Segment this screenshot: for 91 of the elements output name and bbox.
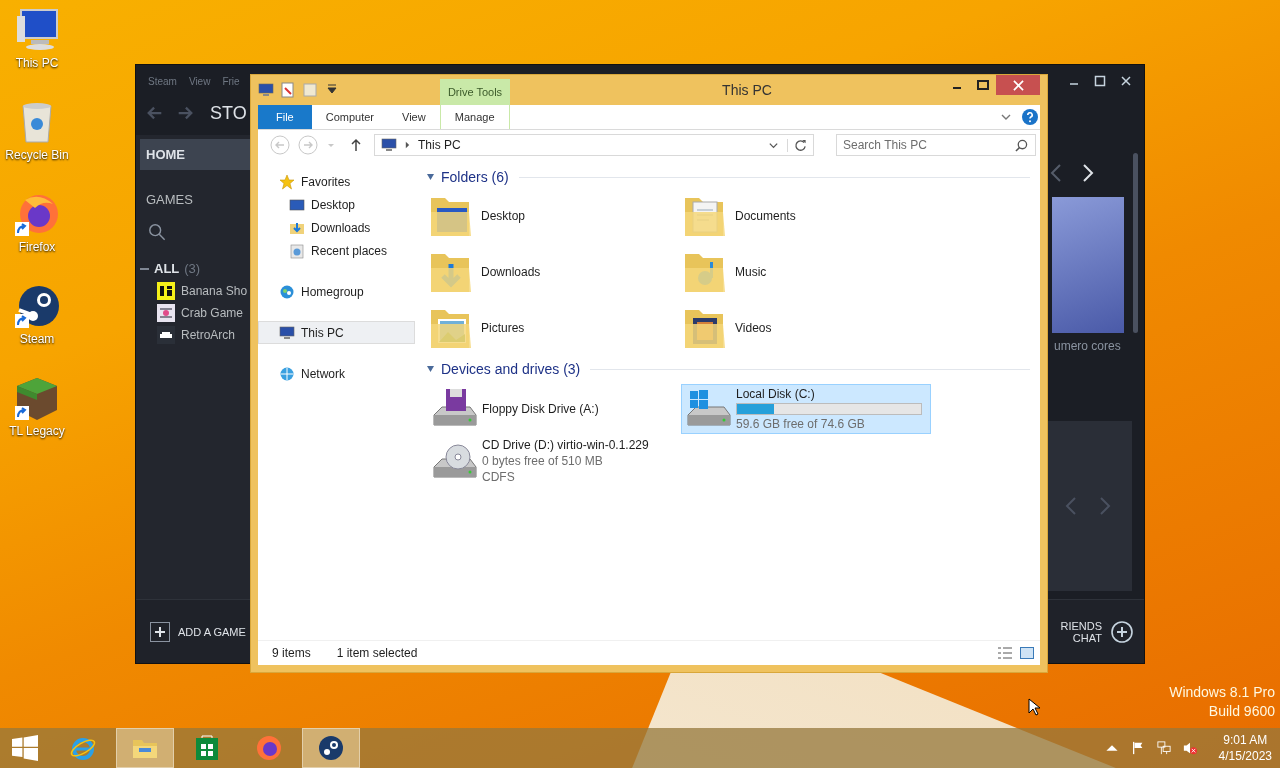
navigation-item[interactable]: Recent places (258, 239, 415, 262)
menu-item[interactable]: View (188, 75, 211, 87)
folder-item[interactable]: Music (735, 265, 767, 279)
folder-item[interactable]: Videos (735, 321, 772, 335)
details-view-icon[interactable] (998, 647, 1012, 659)
menu-item[interactable]: Steam (148, 75, 177, 87)
search-icon[interactable] (148, 223, 166, 241)
collapse-group-icon[interactable] (427, 173, 435, 181)
friends-chat-label[interactable]: CHAT (1072, 631, 1102, 644)
windows-start-icon[interactable] (12, 735, 38, 761)
status-text: 1 item selected (336, 646, 418, 660)
window-title: This PC (721, 82, 773, 98)
store-icon (193, 734, 221, 762)
game-logo-icon (156, 282, 176, 300)
network-icon[interactable] (1156, 741, 1171, 755)
ribbon-tab[interactable]: File (258, 105, 312, 129)
menu-item[interactable]: Frie (222, 75, 240, 87)
firefox-icon (255, 734, 283, 762)
games-label[interactable]: GAMES (140, 170, 252, 221)
crab-game-icon (156, 304, 176, 322)
homegroup-icon (279, 283, 295, 300)
collapse-group-icon[interactable] (427, 365, 435, 373)
close-button[interactable] (996, 75, 1040, 95)
computer-icon (381, 137, 397, 153)
recent-places-icon (289, 242, 305, 259)
clock-time[interactable]: 9:01 AM (1223, 733, 1268, 747)
category-label[interactable]: ALL (154, 261, 180, 276)
mouse-pointer-icon (1028, 698, 1040, 716)
desktop-icon (289, 196, 305, 213)
home-button[interactable]: HOME (140, 139, 252, 170)
address-bar[interactable]: This PC (374, 134, 814, 156)
breadcrumb-arrow-icon (405, 141, 410, 149)
navigation-item[interactable]: Network (258, 362, 415, 385)
drive-detail: 0 bytes free of 510 MB (482, 454, 604, 468)
maximize-icon[interactable] (1094, 75, 1106, 87)
status-text: 9 items (272, 646, 311, 660)
drive-name: Local Disk (C:) (736, 387, 816, 401)
group-heading[interactable]: Devices and drives (3) (441, 361, 581, 377)
flag-icon[interactable] (1130, 741, 1145, 755)
navigation-item[interactable]: This PC (258, 321, 415, 344)
game-item[interactable]: RetroArch (181, 328, 236, 342)
star-icon (279, 173, 295, 190)
search-field[interactable]: Search This PC (836, 134, 1036, 156)
navigation-item[interactable]: Downloads (258, 216, 415, 239)
computer-icon (258, 82, 274, 98)
invader-icon (156, 326, 176, 344)
drive-name: Floppy Disk Drive (A:) (482, 402, 599, 416)
add-chat-icon[interactable] (1110, 619, 1134, 644)
navigation-item[interactable]: Desktop (258, 193, 415, 216)
navigation-item[interactable]: Homegroup (258, 280, 415, 303)
game-count: (3) (184, 261, 201, 276)
large-icons-view-icon[interactable] (1020, 647, 1034, 659)
ribbon-tab[interactable]: Computer (311, 105, 389, 129)
drive-item[interactable]: Local Disk (C:) 59.6 GB free of 74.6 GB (681, 384, 931, 434)
game-caption: umero cores (1054, 339, 1121, 353)
computer-icon (279, 324, 295, 341)
properties-icon[interactable] (280, 82, 296, 98)
ribbon-tab[interactable]: Manage (439, 105, 510, 129)
friends-chat-label[interactable]: RIENDS (1060, 619, 1102, 632)
clock-date[interactable]: 4/15/2023 (1218, 749, 1272, 763)
muted-speaker-icon[interactable] (1182, 741, 1197, 755)
folder-item[interactable]: Desktop (481, 209, 526, 223)
game-item[interactable]: Crab Game (181, 306, 244, 320)
drive-detail: CDFS (482, 470, 516, 484)
close-icon[interactable] (1120, 75, 1132, 87)
os-watermark-text: Build 9600 (1208, 703, 1275, 719)
taskbar-app-button[interactable] (302, 728, 360, 768)
folder-item[interactable]: Downloads (481, 265, 541, 279)
group-heading[interactable]: Folders (6) (441, 169, 509, 185)
contextual-tab-group: Drive Tools (440, 79, 510, 105)
search-icon (1015, 139, 1028, 152)
ribbon-tab[interactable]: View (388, 105, 440, 129)
folder-item[interactable]: Documents (735, 209, 796, 223)
drive-name: CD Drive (D:) virtio-win-0.1.229 (482, 438, 649, 452)
chevron-left-icon[interactable] (1050, 163, 1062, 183)
network-icon (279, 365, 295, 382)
help-icon[interactable] (1022, 109, 1038, 125)
os-watermark-text: Windows 8.1 Pro (1169, 684, 1275, 700)
add-game-button[interactable]: ADD A GAME (150, 621, 246, 642)
close-icon (1012, 79, 1024, 91)
folder-item[interactable]: Pictures (481, 321, 525, 335)
plus-icon (150, 621, 170, 642)
store-tab[interactable]: STO (210, 102, 247, 124)
game-item[interactable]: Banana Sho (181, 284, 248, 298)
navigation-item[interactable]: Favorites (258, 170, 415, 193)
drive-item[interactable]: CD Drive (D:) virtio-win-0.1.229 0 bytes free of 510 MB CDFS (427, 436, 677, 486)
refresh-icon[interactable] (787, 138, 807, 152)
drive-item[interactable]: Floppy Disk Drive (A:) (427, 384, 677, 434)
steam-icon (317, 734, 345, 762)
drive-detail: 59.6 GB free of 74.6 GB (736, 417, 866, 431)
up-arrow-icon[interactable] (350, 138, 362, 152)
